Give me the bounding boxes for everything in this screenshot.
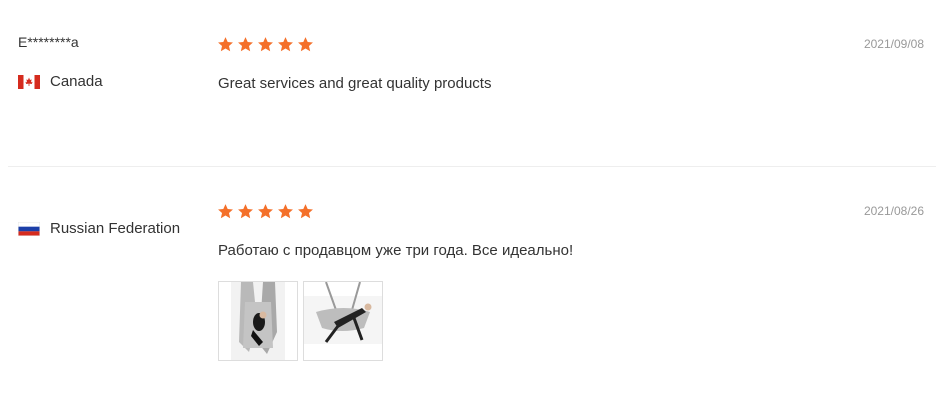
- country-name: Russian Federation: [50, 220, 181, 237]
- star-icon: [218, 37, 233, 52]
- review-date: 2021/08/26: [863, 204, 924, 218]
- review-item: Russian Federation 2021/08/26 Работаю с …: [0, 167, 948, 414]
- rating-stars: [217, 203, 314, 220]
- star-icon: [218, 204, 233, 219]
- reviewer-country: Russian Federation: [18, 220, 180, 237]
- aerial-yoga-hammock-photo: [219, 282, 297, 360]
- canada-flag-icon: [18, 74, 40, 89]
- star-icon: [278, 37, 293, 52]
- star-icon: [258, 37, 273, 52]
- star-icon: [258, 204, 273, 219]
- review-item: E********a Canada 2021/09/08 Great servi…: [0, 0, 948, 166]
- review-photos: [218, 281, 383, 361]
- reviewer-country: Canada: [18, 73, 103, 90]
- russia-flag-icon: [18, 221, 40, 236]
- reviewer-name: E********a: [18, 34, 79, 50]
- star-icon: [278, 204, 293, 219]
- star-icon: [238, 204, 253, 219]
- country-name: Canada: [50, 73, 103, 90]
- review-photo-thumbnail[interactable]: [218, 281, 298, 361]
- star-icon: [298, 37, 313, 52]
- aerial-yoga-pose-photo: [304, 282, 382, 360]
- review-text: Работаю с продавцом уже три года. Все ид…: [218, 242, 574, 259]
- rating-stars: [217, 36, 314, 53]
- star-icon: [298, 204, 313, 219]
- star-icon: [238, 37, 253, 52]
- review-date: 2021/09/08: [863, 37, 924, 51]
- review-photo-thumbnail[interactable]: [303, 281, 383, 361]
- review-text: Great services and great quality product…: [218, 75, 492, 92]
